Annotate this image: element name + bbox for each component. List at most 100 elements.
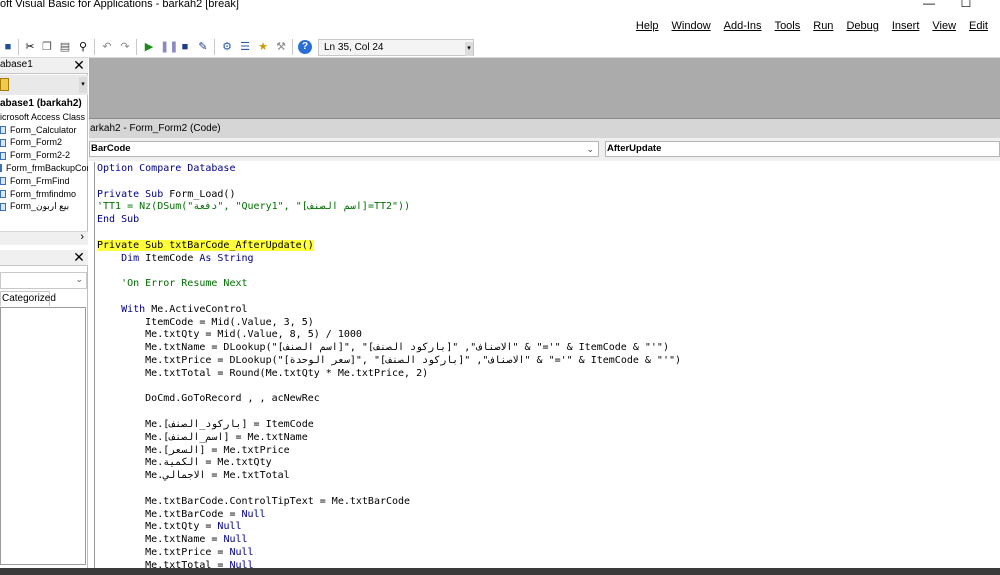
- chevron-down-icon[interactable]: ▾: [79, 77, 87, 93]
- toolbar-separator: [18, 39, 19, 55]
- code-line[interactable]: [97, 176, 681, 189]
- horizontal-scrollbar[interactable]: ›: [0, 231, 88, 245]
- menu-view[interactable]: View: [932, 20, 956, 32]
- cut-icon[interactable]: ✂: [23, 40, 37, 54]
- code-line[interactable]: Me.txtTotal = Round(Me.txtQty * Me.txtPr…: [97, 368, 681, 381]
- design-mode-icon[interactable]: ✎: [196, 40, 210, 54]
- minimize-icon[interactable]: —: [914, 0, 944, 12]
- run-icon[interactable]: ▶: [142, 40, 156, 54]
- menu-edit[interactable]: Edit: [969, 20, 988, 32]
- form-icon: [0, 189, 6, 198]
- menu-tools[interactable]: Tools: [775, 20, 801, 32]
- redo-icon[interactable]: ↷: [118, 40, 132, 54]
- code-line[interactable]: Dim ItemCode As String: [97, 253, 681, 266]
- tree-item-label: Form_Calculator: [10, 124, 77, 135]
- code-line[interactable]: Me.txtBarCode = Null: [97, 509, 681, 522]
- copy-icon[interactable]: ❐: [40, 40, 54, 54]
- tree-root[interactable]: abase1 (barkah2): [0, 98, 88, 111]
- standard-toolbar: ■ ✂ ❐ ▤ ⚲ ↶ ↷ ▶ ❚❚ ■ ✎ ⚙ ☰ ★ ⚒ ? Ln 35, …: [0, 36, 1000, 58]
- procedure-select[interactable]: AfterUpdate: [605, 141, 1000, 157]
- object-select[interactable]: BarCode ⌄: [89, 141, 599, 157]
- code-token: As String: [199, 252, 254, 264]
- object-browser-icon[interactable]: ★: [256, 40, 270, 54]
- code-line[interactable]: Me.[اسم_الصنف] = Me.txtName: [97, 432, 681, 445]
- project-explorer-icon[interactable]: ⚙: [220, 40, 234, 54]
- code-editor[interactable]: Option Compare Database Private Sub Form…: [94, 162, 1000, 570]
- chevron-down-icon[interactable]: ⌄: [75, 274, 83, 285]
- menu-window[interactable]: Window: [672, 20, 711, 32]
- code-combo-bar: BarCode ⌄ AfterUpdate: [89, 138, 1000, 161]
- code-line[interactable]: Option Compare Database: [97, 163, 681, 176]
- help-icon[interactable]: ?: [298, 40, 312, 54]
- maximize-icon[interactable]: ☐: [951, 0, 981, 12]
- code-line[interactable]: Me.txtBarCode.ControlTipText = Me.txtBar…: [97, 496, 681, 509]
- code-line[interactable]: DoCmd.GoToRecord , , acNewRec: [97, 393, 681, 406]
- tree-group[interactable]: icrosoft Access Class O: [0, 111, 88, 124]
- code-line[interactable]: Me.txtQty = Mid(.Value, 8, 5) / 1000: [97, 329, 681, 342]
- menu-add-ins[interactable]: Add-Ins: [724, 20, 762, 32]
- tree-item-label: Form_frmfindmo: [10, 188, 77, 199]
- code-line[interactable]: [97, 381, 681, 394]
- menu-debug[interactable]: Debug: [846, 20, 878, 32]
- code-line[interactable]: Me.txtQty = Null: [97, 521, 681, 534]
- code-line[interactable]: [97, 227, 681, 240]
- toolbar-separator: [136, 39, 137, 55]
- code-line[interactable]: [97, 406, 681, 419]
- chevron-right-icon[interactable]: ›: [80, 231, 84, 243]
- form-icon: [0, 202, 6, 211]
- procedure-select-value: AfterUpdate: [607, 143, 662, 154]
- undo-icon[interactable]: ↶: [100, 40, 114, 54]
- code-token: Me.[اسم_الصنف] = Me.txtName: [97, 431, 308, 443]
- code-line[interactable]: Me.txtPrice = Null: [97, 547, 681, 560]
- toggle-folders-icon[interactable]: [0, 78, 9, 91]
- close-icon[interactable]: ✕: [72, 250, 86, 264]
- code-line[interactable]: [97, 265, 681, 278]
- chevron-down-icon[interactable]: ⌄: [586, 142, 594, 156]
- code-token: Me.txtName =: [97, 534, 224, 546]
- code-line[interactable]: 'On Error Resume Next: [97, 278, 681, 291]
- code-line[interactable]: With Me.ActiveControl: [97, 304, 681, 317]
- project-pane-header: abase1 ✕: [0, 58, 88, 74]
- menu-insert[interactable]: Insert: [892, 20, 920, 32]
- tree-item-form-frmbackupcon[interactable]: Form_frmBackupCon: [0, 162, 88, 175]
- code-token: Me.txtPrice = DLookup("[سعر الوحدة]", "ا…: [97, 354, 682, 366]
- paste-icon[interactable]: ▤: [58, 40, 72, 54]
- code-line[interactable]: ItemCode = Mid(.Value, 3, 5): [97, 317, 681, 330]
- properties-pane-header: ✕: [0, 250, 88, 266]
- code-line[interactable]: Me.[باركود_الصنف] = ItemCode: [97, 419, 681, 432]
- code-line[interactable]: Me.الكمية = Me.txtQty: [97, 457, 681, 470]
- code-line[interactable]: Me.[السعر] = Me.txtPrice: [97, 445, 681, 458]
- tree-item-form-calculator[interactable]: Form_Calculator: [0, 124, 88, 137]
- code-line[interactable]: End Sub: [97, 214, 681, 227]
- close-icon[interactable]: ✕: [72, 58, 86, 72]
- code-line[interactable]: [97, 291, 681, 304]
- code-line[interactable]: Me.txtName = DLookup("[اسم الصنف]", "الا…: [97, 342, 681, 355]
- find-icon[interactable]: ⚲: [76, 40, 90, 54]
- properties-grid[interactable]: [0, 307, 86, 565]
- tree-item-form-arabic[interactable]: Form_بيع اربون: [0, 200, 88, 213]
- tree-item-form-frmfindmo[interactable]: Form_frmfindmo: [0, 188, 88, 201]
- code-token: Me.ActiveControl: [151, 303, 248, 315]
- code-text[interactable]: Option Compare Database Private Sub Form…: [97, 163, 681, 570]
- code-line[interactable]: Me.الاجمالي = Me.txtTotal: [97, 470, 681, 483]
- tree-item-form-form2[interactable]: Form_Form2: [0, 136, 88, 149]
- reset-icon[interactable]: ■: [178, 40, 192, 54]
- code-line[interactable]: Private Sub txtBarCode_AfterUpdate(): [97, 239, 681, 253]
- code-line[interactable]: [97, 483, 681, 496]
- tab-categorized[interactable]: Categorized: [0, 291, 56, 306]
- toolbar-options-icon[interactable]: ▾: [465, 42, 473, 56]
- save-icon[interactable]: ■: [1, 40, 15, 54]
- properties-object-select[interactable]: ⌄: [0, 272, 87, 289]
- code-line[interactable]: Me.txtPrice = DLookup("[سعر الوحدة]", "ا…: [97, 355, 681, 368]
- break-icon[interactable]: ❚❚: [160, 40, 178, 54]
- code-line[interactable]: 'TT1 = Nz(DSum("دفعة", "Query1", "[اسم ا…: [97, 201, 681, 214]
- tree-item-form-form2-2[interactable]: Form_Form2-2: [0, 149, 88, 162]
- tree-item-form-frmfind[interactable]: Form_FrmFind: [0, 175, 88, 188]
- properties-icon[interactable]: ☰: [238, 40, 252, 54]
- code-line[interactable]: Me.txtName = Null: [97, 534, 681, 547]
- toolbox-icon[interactable]: ⚒: [274, 40, 288, 54]
- code-line[interactable]: Private Sub Form_Load(): [97, 189, 681, 202]
- project-explorer-pane: abase1 ✕ ▾ abase1 (barkah2) icrosoft Acc…: [0, 58, 88, 245]
- menu-help[interactable]: Help: [636, 20, 659, 32]
- menu-run[interactable]: Run: [813, 20, 833, 32]
